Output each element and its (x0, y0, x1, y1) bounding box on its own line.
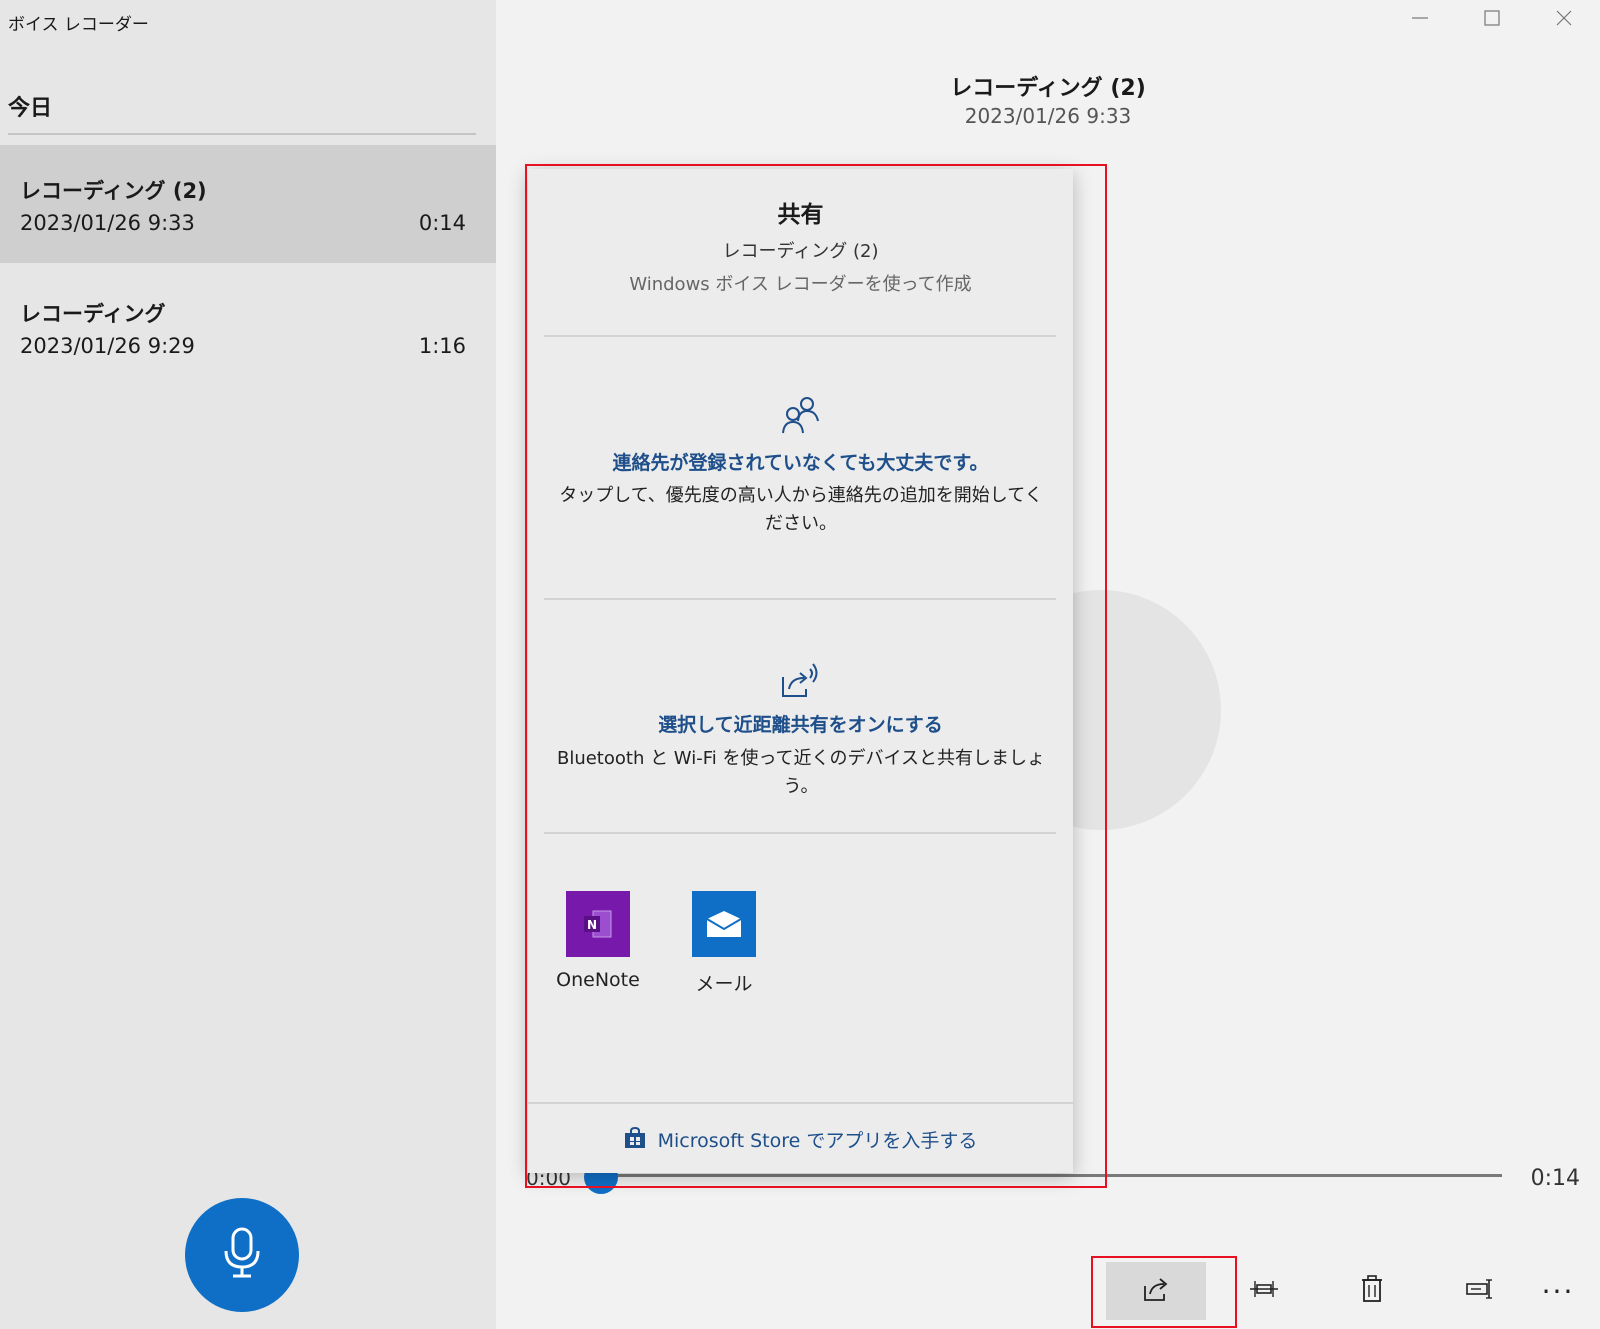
share-divider (544, 598, 1056, 600)
app-title: ボイス レコーダー (8, 15, 149, 35)
microphone-icon (222, 1227, 262, 1283)
share-app-mail[interactable]: メール (674, 891, 774, 996)
people-icon (781, 395, 821, 439)
contacts-description: タップして、優先度の高い人から連絡先の追加を開始してください。 (559, 485, 1043, 534)
store-link[interactable]: Microsoft Store でアプリを入手する (528, 1102, 1073, 1175)
share-flyout: 共有 レコーディング (2) Windows ボイス レコーダーを使って作成 連… (528, 169, 1073, 1173)
more-icon: ··· (1541, 1274, 1575, 1308)
recording-duration: 1:16 (418, 334, 466, 358)
share-divider (544, 335, 1056, 337)
store-link-label: Microsoft Store でアプリを入手する (657, 1130, 978, 1152)
trash-icon (1360, 1275, 1384, 1307)
share-item-name: レコーディング (2) (722, 241, 879, 262)
window-controls (1384, 0, 1600, 40)
record-button[interactable] (185, 1198, 299, 1312)
recording-duration: 0:14 (418, 211, 466, 235)
share-subtitle: Windows ボイス レコーダーを使って作成 (629, 274, 972, 295)
recording-name: レコーディング (20, 302, 166, 326)
nearby-share-icon (780, 659, 822, 703)
store-bag-icon (624, 1126, 646, 1153)
share-icon (1142, 1276, 1170, 1306)
share-app-label: OneNote (556, 969, 640, 991)
maximize-icon (1484, 10, 1500, 30)
recording-name: レコーディング (2) (20, 179, 207, 203)
trim-button[interactable] (1214, 1262, 1314, 1320)
player-title: レコーディング (2) (950, 76, 1146, 101)
recordings-sidebar: ボイス レコーダー 今日 レコーディング (2) 2023/01/26 9:33… (0, 0, 496, 1329)
close-icon (1556, 10, 1572, 30)
mail-icon (692, 891, 756, 957)
voice-recorder-window: ボイス レコーダー 今日 レコーディング (2) 2023/01/26 9:33… (0, 0, 1600, 1329)
nearby-share-description: Bluetooth と Wi-Fi を使って近くのデバイスと共有しましょう。 (556, 748, 1046, 797)
nearby-share-heading: 選択して近距離共有をオンにする (658, 714, 943, 736)
maximize-button[interactable] (1456, 0, 1528, 40)
close-button[interactable] (1528, 0, 1600, 40)
command-bar: ··· (496, 1254, 1600, 1329)
share-divider (544, 832, 1056, 834)
section-divider (8, 133, 476, 135)
svg-text:N: N (587, 918, 597, 932)
trim-icon (1249, 1278, 1279, 1304)
onenote-icon: N (566, 891, 630, 957)
minimize-icon (1412, 10, 1428, 30)
delete-button[interactable] (1322, 1262, 1422, 1320)
recording-date: 2023/01/26 9:29 (20, 334, 195, 358)
recording-list-item[interactable]: レコーディング 2023/01/26 9:29 1:16 (0, 268, 496, 386)
time-total: 0:14 (1530, 1166, 1580, 1191)
recording-list-item[interactable]: レコーディング (2) 2023/01/26 9:33 0:14 (0, 145, 496, 263)
share-app-onenote[interactable]: N OneNote (548, 891, 648, 991)
share-title: 共有 (777, 202, 824, 228)
share-button[interactable] (1106, 1262, 1206, 1320)
rename-icon (1465, 1278, 1495, 1304)
contacts-heading: 連絡先が登録されていなくても大丈夫です。 (612, 452, 989, 474)
section-header-today: 今日 (8, 96, 53, 121)
more-button[interactable]: ··· (1518, 1262, 1598, 1320)
rename-button[interactable] (1430, 1262, 1530, 1320)
recording-date: 2023/01/26 9:33 (20, 211, 195, 235)
player-subtitle: 2023/01/26 9:33 (964, 104, 1132, 128)
minimize-button[interactable] (1384, 0, 1456, 40)
share-app-label: メール (695, 973, 753, 995)
